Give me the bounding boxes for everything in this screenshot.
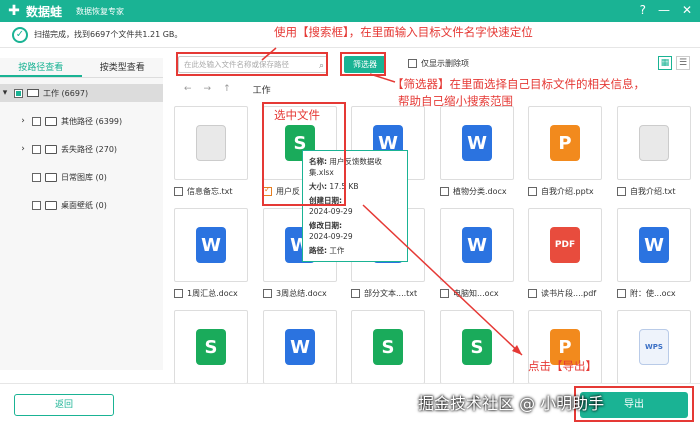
annotation-arrows xyxy=(261,47,523,356)
watermark: 掘金技术社区 @ 小明助手 xyxy=(418,394,605,413)
filter-arrow xyxy=(369,73,396,83)
back-button[interactable]: 返回 xyxy=(14,394,114,416)
export-arrow xyxy=(362,204,523,356)
search-arrow xyxy=(261,47,277,61)
